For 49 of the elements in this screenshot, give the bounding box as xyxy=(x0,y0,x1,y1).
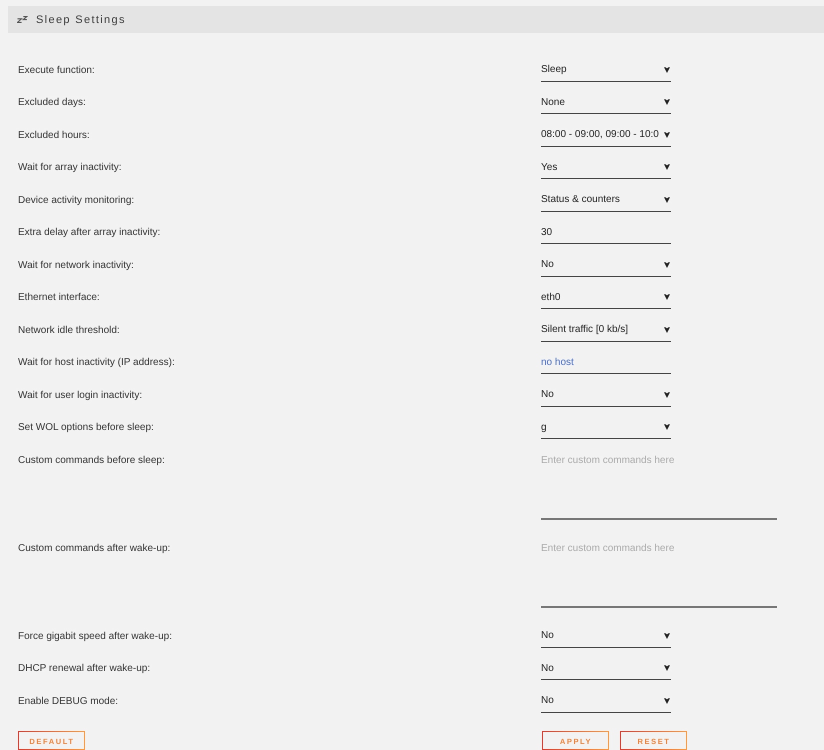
number-field[interactable]: 30 xyxy=(541,221,671,244)
setting-label: Wait for array inactivity: xyxy=(18,161,122,175)
caret-icon xyxy=(664,132,670,138)
setting-label: Enable DEBUG mode: xyxy=(18,694,118,708)
dropdown[interactable]: No xyxy=(541,384,671,406)
panel-title: Sleep Settings xyxy=(36,14,126,26)
host-field[interactable]: no host xyxy=(541,351,671,374)
caret-icon xyxy=(664,665,670,671)
caret-icon xyxy=(664,392,670,398)
caret-icon xyxy=(664,262,670,268)
setting-label: Wait for network inactivity: xyxy=(18,258,134,272)
commands-textarea[interactable]: Enter custom commands here xyxy=(541,536,777,608)
setting-label: Force gigabit speed after wake-up: xyxy=(18,630,172,644)
caret-icon xyxy=(664,294,670,300)
caret-icon xyxy=(664,698,670,704)
caret-icon xyxy=(664,326,670,332)
setting-label: Custom commands before sleep: xyxy=(18,454,165,468)
setting-label: Ethernet interface: xyxy=(18,291,100,305)
caret-icon xyxy=(664,164,670,170)
dropdown[interactable]: Yes xyxy=(541,156,671,179)
setting-label: Device activity monitoring: xyxy=(18,194,134,208)
setting-label: Excluded days: xyxy=(18,96,86,110)
setting-label: Excluded hours: xyxy=(18,128,90,142)
commands-textarea[interactable]: Enter custom commands here xyxy=(541,448,777,520)
caret-icon xyxy=(664,632,670,638)
dropdown[interactable]: No xyxy=(541,690,671,712)
setting-label: Wait for host inactivity (IP address): xyxy=(18,356,175,370)
caret-icon xyxy=(664,99,670,105)
dropdown[interactable]: Sleep xyxy=(541,58,671,82)
caret-icon xyxy=(664,196,670,202)
dropdown[interactable]: None xyxy=(541,91,671,114)
setting-label: Extra delay after array inactivity: xyxy=(18,226,160,240)
dropdown[interactable]: Silent traffic [0 kb/s] xyxy=(541,318,671,342)
sleep-icon xyxy=(17,16,28,23)
setting-label: Custom commands after wake-up: xyxy=(18,542,170,556)
dropdown[interactable]: g xyxy=(541,416,671,439)
dropdown[interactable]: 08:00 - 09:00, 09:00 - 10:0 xyxy=(541,124,671,146)
dropdown[interactable]: No xyxy=(541,624,671,648)
setting-label: Execute function: xyxy=(18,64,95,78)
dropdown[interactable]: eth0 xyxy=(541,286,671,309)
caret-icon xyxy=(664,66,670,72)
setting-label: Network idle threshold: xyxy=(18,324,120,338)
dropdown[interactable]: No xyxy=(541,657,671,680)
setting-label: Set WOL options before sleep: xyxy=(18,421,154,435)
caret-icon xyxy=(664,424,670,430)
setting-label: Wait for user login inactivity: xyxy=(18,388,142,402)
dropdown[interactable]: No xyxy=(541,254,671,276)
setting-label: DHCP renewal after wake-up: xyxy=(18,662,150,676)
dropdown[interactable]: Status & counters xyxy=(541,188,671,212)
